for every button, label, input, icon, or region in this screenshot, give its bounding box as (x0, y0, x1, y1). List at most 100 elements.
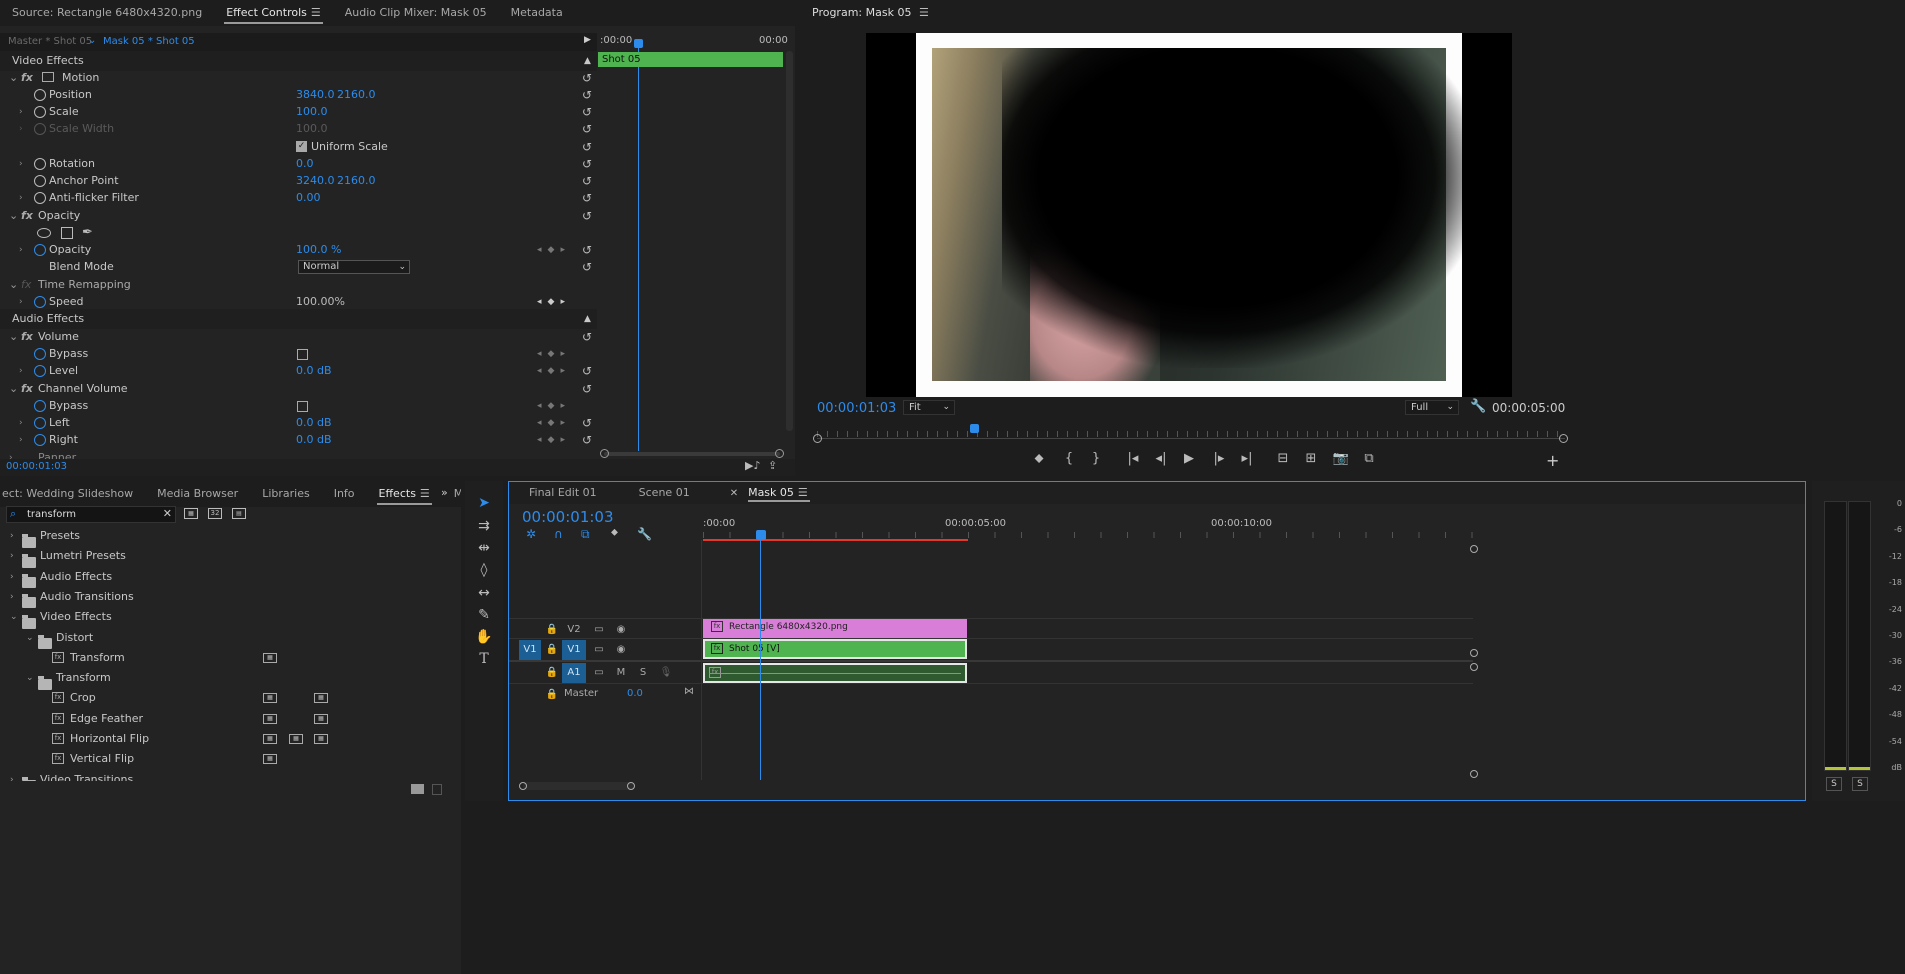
bypass-checkbox[interactable] (297, 401, 308, 412)
stopwatch-icon[interactable] (34, 106, 46, 118)
uniform-scale-checkbox[interactable]: ✓ (296, 141, 307, 152)
eye-icon[interactable]: ◉ (610, 640, 632, 660)
reset-icon[interactable]: ↺ (580, 105, 594, 119)
tab-libraries[interactable]: Libraries (250, 481, 322, 507)
rectangle-mask-icon[interactable] (61, 227, 73, 239)
yuv-effects-icon[interactable]: ▤ (232, 508, 246, 519)
play-button[interactable]: ▶ (1178, 451, 1200, 466)
mark-out-button[interactable]: } (1085, 451, 1107, 466)
chevron-down-icon[interactable]: ⌄ (26, 628, 34, 648)
clip-shot-05-video[interactable]: fx Shot 05 [V] (703, 639, 967, 659)
solo-right-button[interactable]: S (1852, 777, 1868, 791)
work-area-bar[interactable] (703, 539, 968, 541)
timeline-ruler[interactable]: :00:00 00:00:05:00 00:00:10:00 (703, 514, 1475, 541)
clip-rectangle-png[interactable]: fx Rectangle 6480x4320.png (703, 619, 967, 638)
track-a1-label[interactable]: A1 (562, 663, 586, 683)
tab-project[interactable]: ect: Wedding Slideshow (0, 481, 145, 507)
vertical-scroll-video-handle[interactable] (1470, 649, 1478, 657)
panel-menu-icon[interactable]: ☰ (798, 486, 808, 499)
filter-audio-icon[interactable]: ▶♪ (745, 459, 760, 472)
tab-final-edit-01[interactable]: Final Edit 01 (509, 482, 609, 504)
reset-icon[interactable]: ↺ (580, 330, 594, 344)
horizontal-scroll-left-handle[interactable] (519, 782, 527, 790)
add-button[interactable]: + (1546, 451, 1559, 470)
stopwatch-icon[interactable] (34, 365, 46, 377)
reset-icon[interactable]: ↺ (580, 122, 594, 136)
chevron-right-icon[interactable]: › (10, 587, 14, 607)
vertical-scroll-bottom-handle[interactable] (1470, 770, 1478, 778)
stopwatch-icon[interactable] (34, 434, 46, 446)
reset-icon[interactable]: ↺ (580, 140, 594, 154)
tab-scene-01[interactable]: Scene 01 (609, 482, 702, 504)
reset-icon[interactable]: ↺ (580, 433, 594, 447)
mark-in-button[interactable]: { (1058, 451, 1080, 466)
stopwatch-icon[interactable] (34, 244, 46, 256)
tab-info[interactable]: Info (322, 481, 367, 507)
reset-icon[interactable]: ↺ (580, 416, 594, 430)
effects-folder-row[interactable]: › Presets (0, 526, 461, 548)
solo-left-button[interactable]: S (1826, 777, 1842, 791)
close-tab-icon[interactable]: ✕ (730, 488, 738, 499)
panner-row[interactable]: › Panner (0, 448, 597, 459)
more-tabs-icon[interactable]: » (441, 486, 448, 499)
add-marker-icon[interactable]: ⬥ (611, 527, 618, 538)
scrubber-end-handle[interactable] (1559, 434, 1568, 443)
effects-folder-row[interactable]: › Audio Effects (0, 567, 461, 589)
chevron-down-icon[interactable]: ⌄ (10, 607, 18, 627)
snap-magnet-icon[interactable]: ∩ (554, 527, 563, 541)
scrubber-start-handle[interactable] (813, 434, 822, 443)
slip-tool[interactable]: ↔ (474, 585, 494, 601)
expand-chevron-icon[interactable]: › (19, 361, 23, 381)
horizontal-scroll-right-handle[interactable] (627, 782, 635, 790)
expand-chevron-icon[interactable]: › (19, 430, 23, 450)
sync-lock-icon[interactable]: ▭ (588, 620, 610, 640)
effect-item-row[interactable]: fx Vertical Flip ▦ (0, 749, 461, 769)
level-value[interactable]: 0.0 dB (296, 361, 332, 381)
lock-icon[interactable]: 🔒 (541, 640, 563, 660)
track-v1-label[interactable]: V1 (562, 640, 586, 660)
mini-clip-shot05[interactable]: Shot 05 (598, 52, 783, 67)
stopwatch-icon[interactable] (34, 89, 46, 101)
go-to-out-button[interactable]: ▸| (1236, 451, 1258, 466)
tab-effects[interactable]: Effects ☰ (367, 481, 442, 507)
program-playhead[interactable] (970, 424, 980, 433)
program-scrubber[interactable] (813, 424, 1568, 444)
hand-tool[interactable]: ✋ (474, 629, 494, 645)
mini-scrollbar[interactable] (786, 51, 793, 431)
effect-item-row[interactable]: fx Edge Feather ▦ ▦ (0, 709, 461, 729)
pen-tool[interactable]: ✎ (474, 607, 494, 623)
solo-button[interactable]: S (632, 663, 654, 683)
new-custom-bin-icon[interactable] (411, 784, 424, 794)
vertical-scroll-top-handle[interactable] (1470, 545, 1478, 553)
panel-menu-icon[interactable]: ☰ (311, 6, 321, 19)
mini-zoom-right-handle[interactable] (775, 449, 784, 458)
stopwatch-icon[interactable] (34, 175, 46, 187)
horizontal-scrollbar[interactable] (523, 782, 635, 790)
program-title[interactable]: Program: Mask 05 ☰ (812, 6, 929, 19)
clip-shot-05-audio[interactable]: fx (703, 663, 967, 683)
effect-item-row[interactable]: fx Horizontal Flip ▦ ▦ ▦ (0, 729, 461, 749)
comparison-view-button[interactable]: ⧉ (1358, 451, 1380, 466)
reset-icon[interactable]: ↺ (580, 157, 594, 171)
track-v2-label[interactable]: V2 (562, 620, 586, 640)
master-end-icon[interactable]: ⋈ (684, 686, 694, 697)
effects-folder-row[interactable]: › Lumetri Presets (0, 546, 461, 568)
master-volume-value[interactable]: 0.0 (627, 688, 643, 699)
step-forward-button[interactable]: |▸ (1208, 451, 1230, 466)
stopwatch-icon[interactable] (34, 417, 46, 429)
collapse-icon[interactable]: ▲ (584, 309, 591, 329)
export-icon[interactable]: ⇪ (768, 459, 777, 472)
nest-toggle-icon[interactable]: ✲ (526, 527, 536, 541)
effects-folder-row[interactable]: ⌄ Distort (0, 628, 461, 649)
expand-chevron-icon[interactable]: › (19, 188, 23, 208)
eye-icon[interactable]: ◉ (610, 620, 632, 640)
program-timecode[interactable]: 00:00:01:03 (817, 401, 896, 416)
effects-folder-row[interactable]: › Audio Transitions (0, 587, 461, 609)
chevron-right-icon[interactable]: › (10, 567, 14, 587)
reset-icon[interactable]: ↺ (580, 382, 594, 396)
video-frame[interactable] (866, 33, 1512, 397)
sync-lock-icon[interactable]: ▭ (588, 663, 610, 683)
right-value[interactable]: 0.0 dB (296, 430, 332, 450)
reset-icon[interactable]: ↺ (580, 88, 594, 102)
transform-handle-icon[interactable] (42, 72, 54, 82)
